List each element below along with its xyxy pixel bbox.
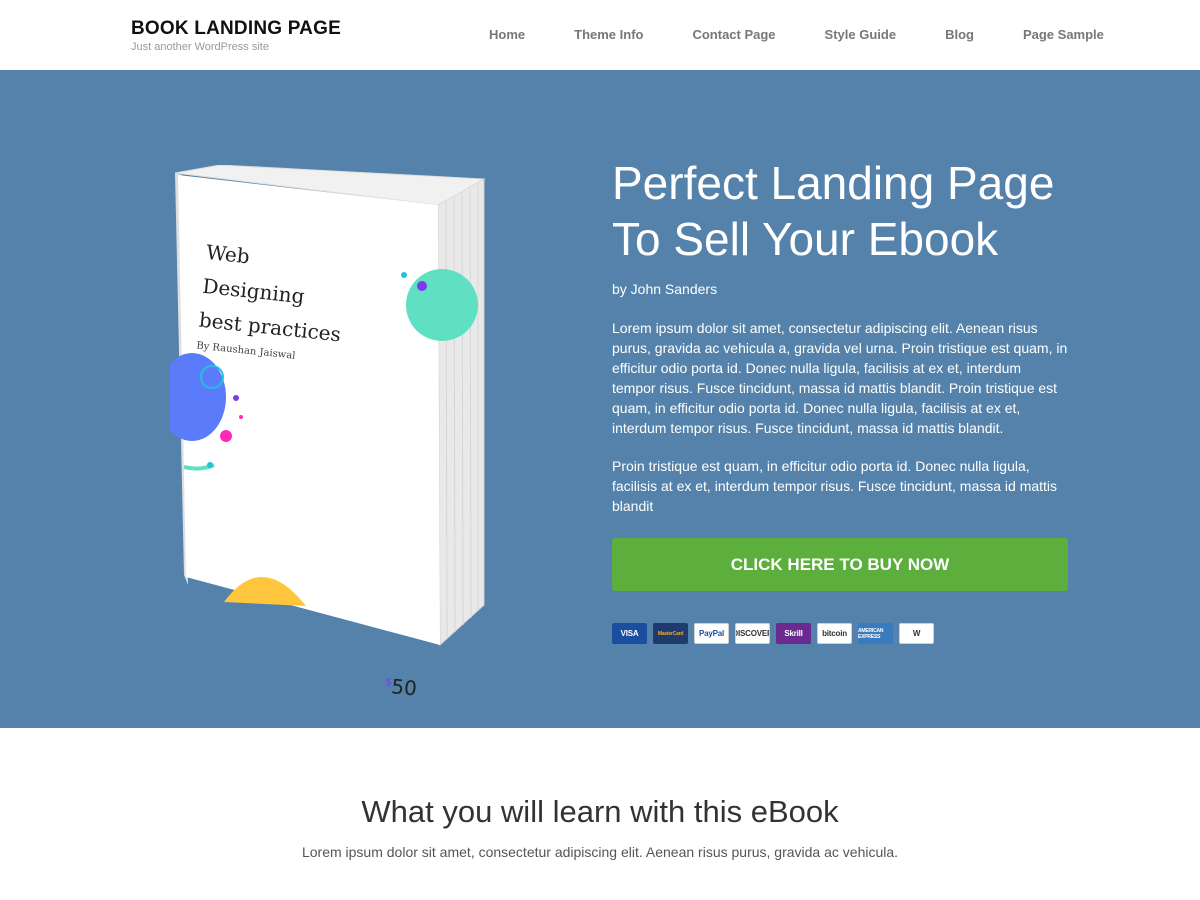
site-tagline: Just another WordPress site — [131, 41, 269, 53]
hero-paragraph: Proin tristique est quam, in efficitur o… — [612, 458, 1058, 514]
book-price-value: 50 — [390, 674, 418, 701]
hero-title: Perfect Landing Page To Sell Your Ebook — [612, 157, 1055, 265]
visa-icon: VISA — [612, 623, 647, 644]
nav-item-home[interactable]: Home — [489, 27, 525, 42]
nav-item-blog[interactable]: Blog — [945, 27, 974, 42]
mastercard-icon: MasterCard — [653, 623, 688, 644]
hero-content: Perfect Landing Page To Sell Your Ebook … — [612, 155, 1068, 644]
hero-section: Web Designing best practices By Raushan … — [0, 70, 1200, 728]
payment-methods: VISA MasterCard PayPal DISCOVER Skrill b… — [612, 623, 1068, 644]
learn-section: What you will learn with this eBook Lore… — [0, 728, 1200, 900]
american-express-icon: AMERICAN EXPRESS — [858, 623, 893, 644]
wallet-icon: W — [899, 623, 934, 644]
site-branding[interactable]: BOOK LANDING PAGE Just another WordPress… — [131, 18, 341, 53]
site-header: BOOK LANDING PAGE Just another WordPress… — [0, 0, 1200, 70]
nav-item-theme-info[interactable]: Theme Info — [574, 27, 643, 42]
hero-paragraph: Lorem ipsum dolor sit amet, consectetur … — [612, 320, 1068, 436]
bitcoin-icon: bitcoin — [817, 623, 852, 644]
learn-subtitle: Lorem ipsum dolor sit amet, consectetur … — [301, 844, 899, 860]
nav-item-contact-page[interactable]: Contact Page — [692, 27, 775, 42]
nav-item-style-guide[interactable]: Style Guide — [825, 27, 897, 42]
main-navigation: Home Theme Info Contact Page Style Guide… — [489, 27, 1104, 42]
nav-item-page-sample[interactable]: Page Sample — [1023, 27, 1104, 42]
discover-icon: DISCOVER — [735, 623, 770, 644]
book-cover-text: Web Designing best practices By Raushan … — [196, 235, 350, 366]
buy-now-button[interactable]: CLICK HERE TO BUY NOW — [612, 538, 1068, 591]
learn-title: What you will learn with this eBook — [361, 794, 839, 829]
site-title[interactable]: BOOK LANDING PAGE — [131, 18, 341, 40]
skrill-icon: Skrill — [776, 623, 811, 644]
paypal-icon: PayPal — [694, 623, 729, 644]
book-cover-image: Web Designing best practices By Raushan … — [158, 164, 490, 701]
hero-author: by John Sanders — [612, 281, 718, 297]
book-price: $50 — [384, 673, 418, 701]
